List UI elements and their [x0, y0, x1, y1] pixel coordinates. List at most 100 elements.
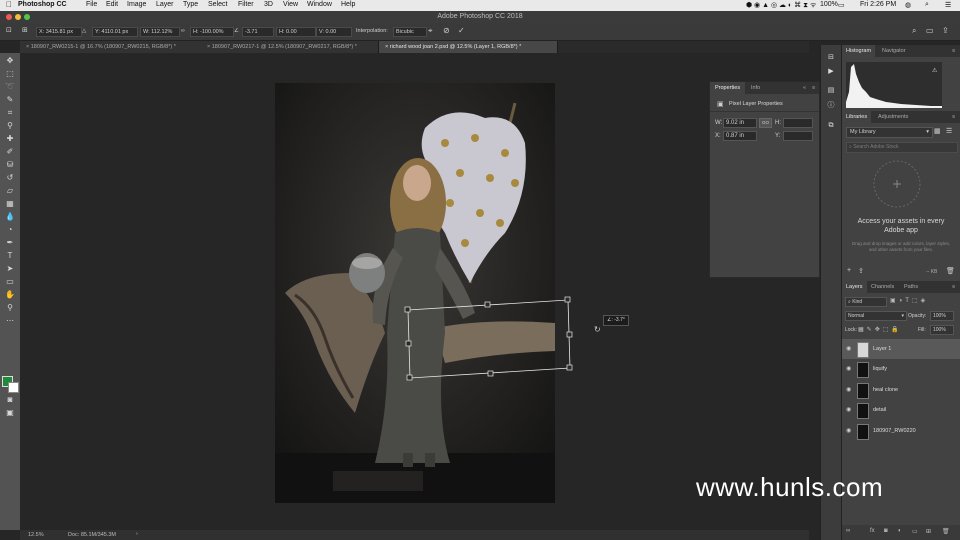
- h-skew-field[interactable]: H: 0.00: [276, 27, 316, 37]
- visibility-eye-icon[interactable]: ◉: [846, 380, 851, 400]
- new-group-icon[interactable]: ▭: [912, 528, 918, 535]
- tab-histogram[interactable]: Histogram: [842, 45, 876, 57]
- tab-doc-3[interactable]: × richard wood joan 2.psd @ 12.5% (Layer…: [379, 41, 558, 53]
- layer-name[interactable]: detail: [873, 400, 886, 420]
- trash-icon[interactable]: 🗑: [942, 528, 950, 535]
- eyedropper-tool-icon[interactable]: ⚲: [5, 121, 15, 131]
- visibility-eye-icon[interactable]: ◉: [846, 359, 851, 379]
- transform-handle[interactable]: [406, 374, 413, 381]
- add-asset-placeholder[interactable]: [872, 159, 922, 209]
- menu-help[interactable]: Help: [341, 1, 355, 8]
- transform-handle[interactable]: [405, 340, 412, 347]
- hand-tool-icon[interactable]: ✋: [5, 290, 15, 300]
- tab-layers[interactable]: Layers: [842, 281, 867, 293]
- tab-libraries[interactable]: Libraries: [842, 111, 872, 123]
- layer-style-icon[interactable]: fx: [870, 528, 875, 534]
- upload-icon[interactable]: ⇪: [858, 267, 864, 275]
- list-view-icon[interactable]: ☰: [946, 127, 952, 135]
- layer-row[interactable]: ◉ liquify: [842, 359, 960, 379]
- tab-doc-2[interactable]: × 180907_RW0217-1 @ 12.5% (180907_RW0217…: [201, 41, 379, 53]
- width-field[interactable]: W: 112.12%: [140, 27, 180, 37]
- layer-filter-select[interactable]: ⌕ Kind: [845, 297, 887, 307]
- layer-name[interactable]: heal clone: [873, 380, 898, 400]
- reference-point-icon[interactable]: ⊞: [22, 26, 28, 34]
- commit-transform-icon[interactable]: ✓: [458, 26, 465, 35]
- library-dropdown[interactable]: My Library ▾: [846, 127, 933, 138]
- transform-tool-icon[interactable]: ⊡: [6, 26, 12, 34]
- relative-position-icon[interactable]: △: [82, 28, 86, 34]
- visibility-eye-icon[interactable]: ◉: [846, 421, 851, 441]
- brush-settings-icon[interactable]: ⧉: [826, 121, 836, 131]
- menu-app-name[interactable]: Photoshop CC: [18, 1, 67, 8]
- menu-image[interactable]: Image: [127, 1, 146, 8]
- menu-layer[interactable]: Layer: [156, 1, 174, 8]
- interpolation-select[interactable]: Bicubic: [393, 27, 427, 37]
- history-icon[interactable]: ⊟: [826, 53, 836, 63]
- stock-search-input[interactable]: ⌕ Search Adobe Stock: [846, 142, 958, 153]
- y-field[interactable]: [783, 131, 813, 141]
- menu-type[interactable]: Type: [183, 1, 198, 8]
- history-brush-tool-icon[interactable]: ↺: [5, 173, 15, 183]
- trash-icon[interactable]: 🗑: [946, 267, 955, 275]
- opacity-field[interactable]: 100%: [930, 311, 954, 321]
- brush-tool-icon[interactable]: ✐: [5, 147, 15, 157]
- link-layers-icon[interactable]: ∞: [846, 528, 850, 534]
- menu-edit[interactable]: Edit: [106, 1, 118, 8]
- link-dimensions-button[interactable]: GO: [759, 118, 772, 128]
- tab-properties[interactable]: Properties: [710, 82, 746, 94]
- move-tool-icon[interactable]: ✥: [5, 56, 15, 66]
- status-menu-icon[interactable]: ›: [136, 531, 138, 537]
- share-icon[interactable]: ⇪: [942, 26, 949, 35]
- tab-navigator[interactable]: Navigator: [878, 45, 910, 57]
- zoom-tool-icon[interactable]: ⚲: [5, 303, 15, 313]
- crop-tool-icon[interactable]: ⌗: [5, 108, 15, 118]
- w-field[interactable]: 9.02 in: [723, 118, 757, 128]
- blur-tool-icon[interactable]: 💧: [5, 212, 15, 222]
- cancel-transform-icon[interactable]: ⊘: [443, 26, 450, 35]
- new-layer-icon[interactable]: ⊞: [926, 528, 931, 535]
- minimize-window-button[interactable]: [15, 14, 21, 20]
- panel-menu-icon[interactable]: ≡: [948, 111, 959, 123]
- menu-file[interactable]: File: [86, 1, 97, 8]
- transform-handle[interactable]: [487, 370, 494, 377]
- warning-icon[interactable]: ⚠: [932, 67, 937, 74]
- menu-filter[interactable]: Filter: [238, 1, 254, 8]
- zoom-window-button[interactable]: [24, 14, 30, 20]
- transform-handle[interactable]: [566, 364, 573, 371]
- pen-tool-icon[interactable]: ✒: [5, 238, 15, 248]
- panel-menu-icon[interactable]: ≡: [807, 82, 820, 94]
- blend-mode-select[interactable]: Normal ▾: [845, 311, 907, 321]
- background-color-swatch[interactable]: [8, 382, 19, 393]
- layer-row[interactable]: ◉ 180907_RW0220: [842, 421, 960, 441]
- screen-mode-icon[interactable]: ▣: [5, 408, 15, 418]
- layer-row[interactable]: ◉ detail: [842, 400, 960, 420]
- transform-handle[interactable]: [404, 306, 411, 313]
- document-canvas[interactable]: [275, 83, 555, 503]
- shape-tool-icon[interactable]: ▭: [5, 277, 15, 287]
- actions-play-icon[interactable]: ▶: [826, 67, 836, 77]
- info-icon[interactable]: ⓘ: [826, 101, 836, 111]
- fill-field[interactable]: 100%: [930, 325, 954, 335]
- panel-menu-icon[interactable]: ≡: [948, 281, 959, 293]
- height-field[interactable]: H: -100.00%: [190, 27, 234, 37]
- zoom-level[interactable]: 12.5%: [28, 532, 44, 538]
- transform-handle[interactable]: [484, 301, 491, 308]
- spotlight-icon[interactable]: ⌕: [925, 1, 929, 9]
- gradient-tool-icon[interactable]: ▦: [5, 199, 15, 209]
- type-tool-icon[interactable]: T: [5, 251, 15, 261]
- panel-menu-icon[interactable]: ≡: [948, 45, 959, 57]
- v-skew-field[interactable]: V: 0.00: [316, 27, 352, 37]
- menu-3d[interactable]: 3D: [264, 1, 273, 8]
- eraser-tool-icon[interactable]: ▱: [5, 186, 15, 196]
- angle-field[interactable]: -3.71: [242, 27, 274, 37]
- layer-name[interactable]: Layer 1: [873, 339, 891, 359]
- warp-icon[interactable]: ⌖: [428, 26, 433, 36]
- y-position-field[interactable]: Y: 4110.01 px: [92, 27, 138, 37]
- transform-bounding-box[interactable]: [400, 296, 576, 382]
- tab-info[interactable]: Info: [746, 82, 765, 94]
- layer-name[interactable]: liquify: [873, 359, 887, 379]
- h-field[interactable]: [783, 118, 813, 128]
- layer-row[interactable]: ◉ heal clone: [842, 380, 960, 400]
- marquee-tool-icon[interactable]: ⬚: [5, 69, 15, 79]
- quick-select-tool-icon[interactable]: ✎: [5, 95, 15, 105]
